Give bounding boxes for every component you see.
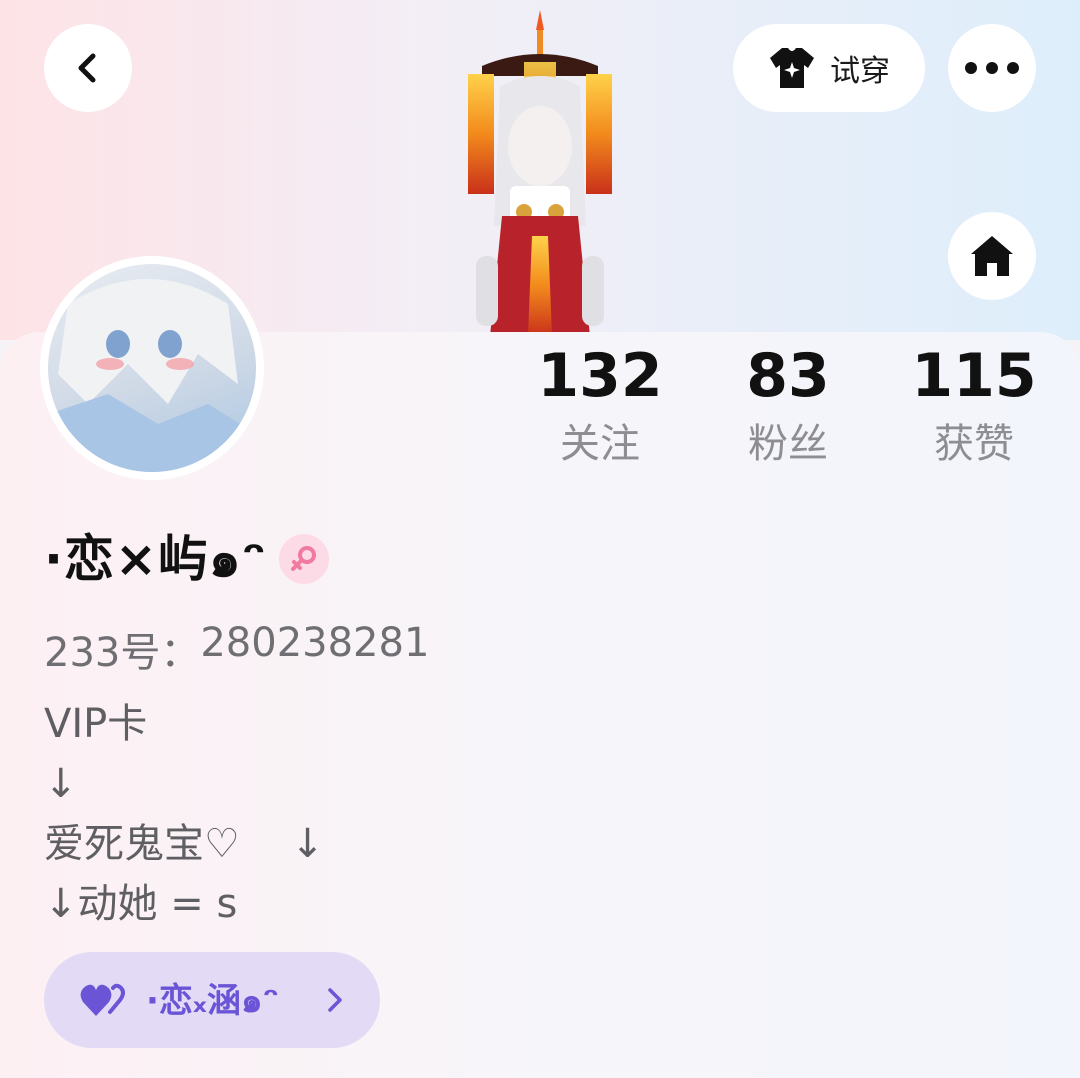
- uid-row[interactable]: 233号： 280238281: [44, 620, 429, 678]
- fans-label: 粉丝: [748, 421, 828, 467]
- bio-line: ↓动她 = s: [44, 881, 238, 927]
- stat-following[interactable]: 132 关注: [510, 340, 690, 474]
- stat-likes[interactable]: 115 获赞: [884, 340, 1064, 474]
- bio-text: VIP卡 ↓ 爱死鬼宝♡ ↓ ↓动她 = s: [44, 694, 744, 934]
- likes-count: 115: [911, 341, 1037, 411]
- stat-fans[interactable]: 83 粉丝: [698, 340, 878, 474]
- more-dots-icon: [965, 62, 1019, 74]
- avatar-image: [48, 264, 256, 472]
- likes-label: 获赞: [934, 421, 1014, 467]
- fans-count: 83: [746, 341, 830, 411]
- character-avatar-3d[interactable]: [440, 6, 640, 336]
- friend-name: ·恋ₓ涵๑ᵔ: [146, 981, 280, 1021]
- female-symbol-icon: [291, 546, 317, 571]
- try-on-label: 试穿: [830, 54, 890, 89]
- uid-label: 233号：: [44, 630, 201, 676]
- uid-value: 280238281: [200, 620, 430, 666]
- bio-line: VIP卡: [44, 701, 148, 747]
- bio-line: 爱死鬼宝♡ ↓: [44, 821, 325, 867]
- profile-avatar[interactable]: [40, 256, 264, 480]
- following-label: 关注: [560, 421, 640, 467]
- chevron-right-icon: [326, 987, 344, 1013]
- following-count: 132: [537, 341, 663, 411]
- bio-line: ↓: [44, 761, 78, 807]
- home-button[interactable]: [948, 212, 1036, 300]
- gender-badge: [279, 534, 330, 584]
- more-options-button[interactable]: [948, 24, 1036, 112]
- tshirt-star-icon: [770, 48, 814, 88]
- try-on-button[interactable]: 试穿: [733, 24, 925, 112]
- home-icon: [971, 236, 1013, 276]
- chevron-left-icon: [78, 53, 96, 83]
- username: ·恋×屿๑ᵔ: [44, 530, 268, 588]
- close-friend-chip[interactable]: ·恋ₓ涵๑ᵔ: [44, 952, 380, 1048]
- back-button[interactable]: [44, 24, 132, 112]
- double-heart-icon: [80, 983, 125, 1016]
- username-row: ·恋×屿๑ᵔ: [44, 524, 330, 594]
